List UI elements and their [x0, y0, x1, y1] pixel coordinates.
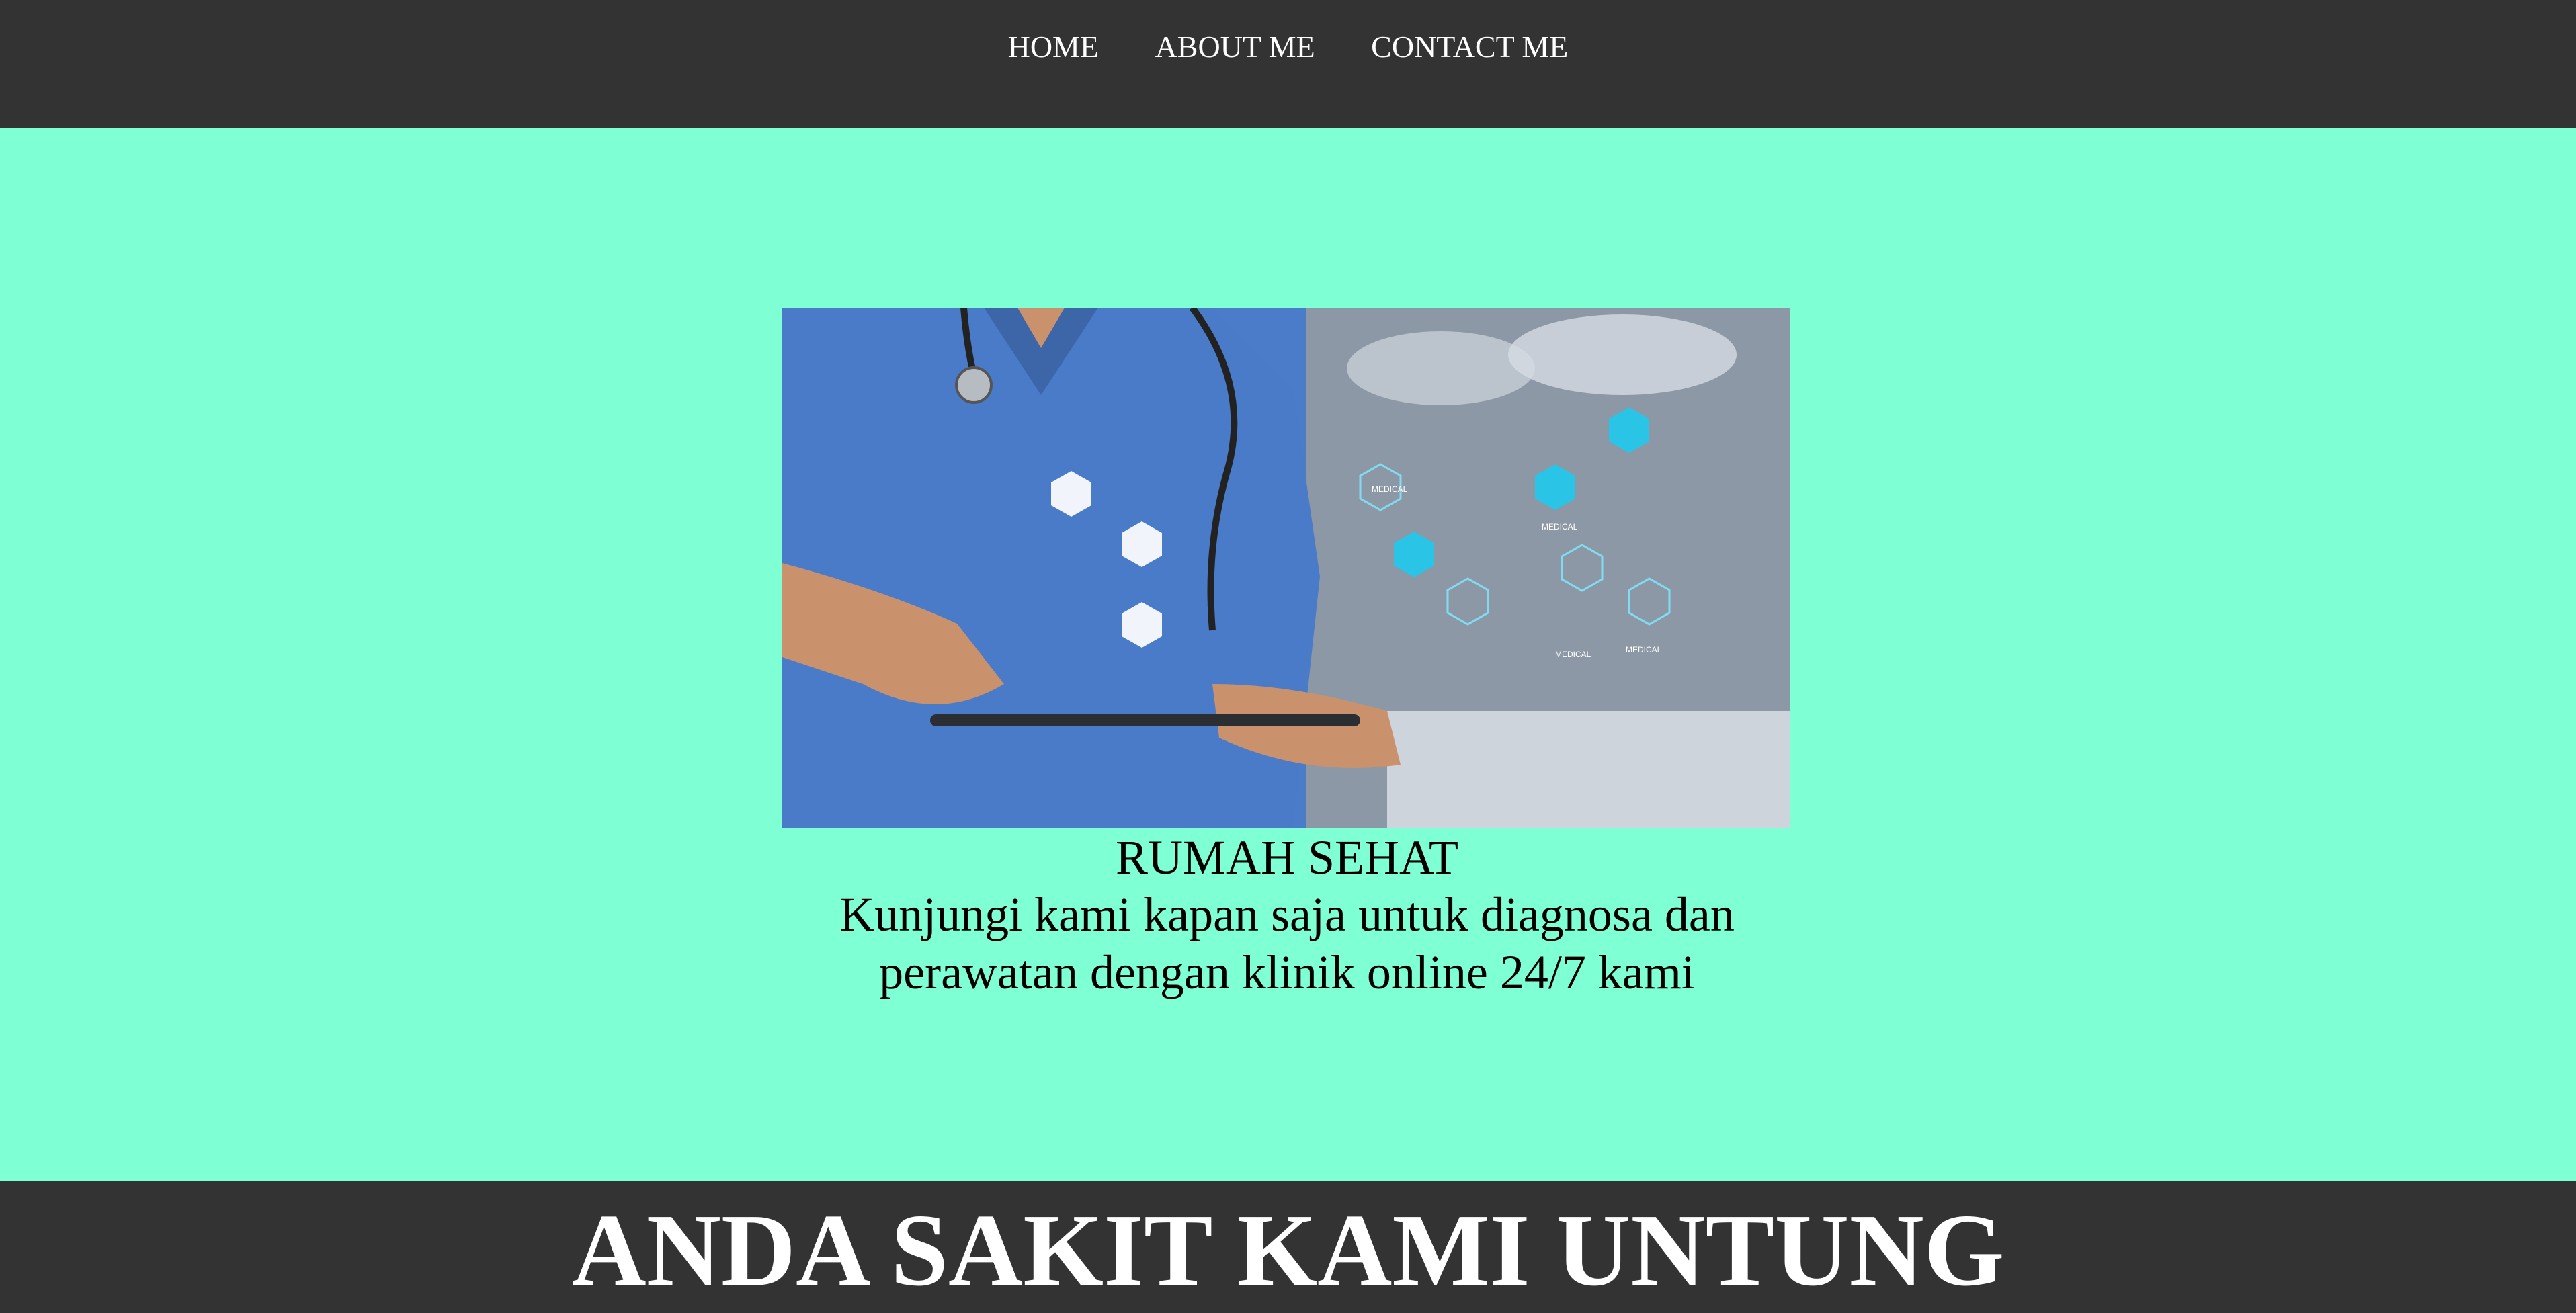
nav-link-home[interactable]: HOME — [1008, 28, 1099, 66]
medical-label-1: MEDICAL — [1372, 484, 1408, 494]
hero-subtitle: Kunjungi kami kapan saja untuk diagnosa … — [839, 888, 1735, 999]
footer-tagline: ANDA SAKIT KAMI UNTUNG — [571, 1193, 2005, 1308]
hero-image: MEDICAL MEDICAL MEDICAL MEDICAL — [782, 308, 1790, 828]
nav-link-about-me[interactable]: ABOUT ME — [1155, 28, 1315, 66]
nav-link-contact-me[interactable]: CONTACT ME — [1371, 28, 1568, 66]
doctor-tablet-illustration: MEDICAL MEDICAL MEDICAL MEDICAL — [782, 308, 1790, 828]
top-navigation-bar: HOME ABOUT ME CONTACT ME — [0, 0, 2576, 128]
medical-label-4: MEDICAL — [1626, 645, 1662, 654]
medical-label-2: MEDICAL — [1542, 522, 1578, 532]
nav-links: HOME ABOUT ME CONTACT ME — [0, 28, 2576, 66]
hero-title: RUMAH SEHAT — [1115, 831, 1459, 884]
medical-label-3: MEDICAL — [1555, 650, 1591, 659]
footer-banner: ANDA SAKIT KAMI UNTUNG — [0, 1181, 2576, 1313]
